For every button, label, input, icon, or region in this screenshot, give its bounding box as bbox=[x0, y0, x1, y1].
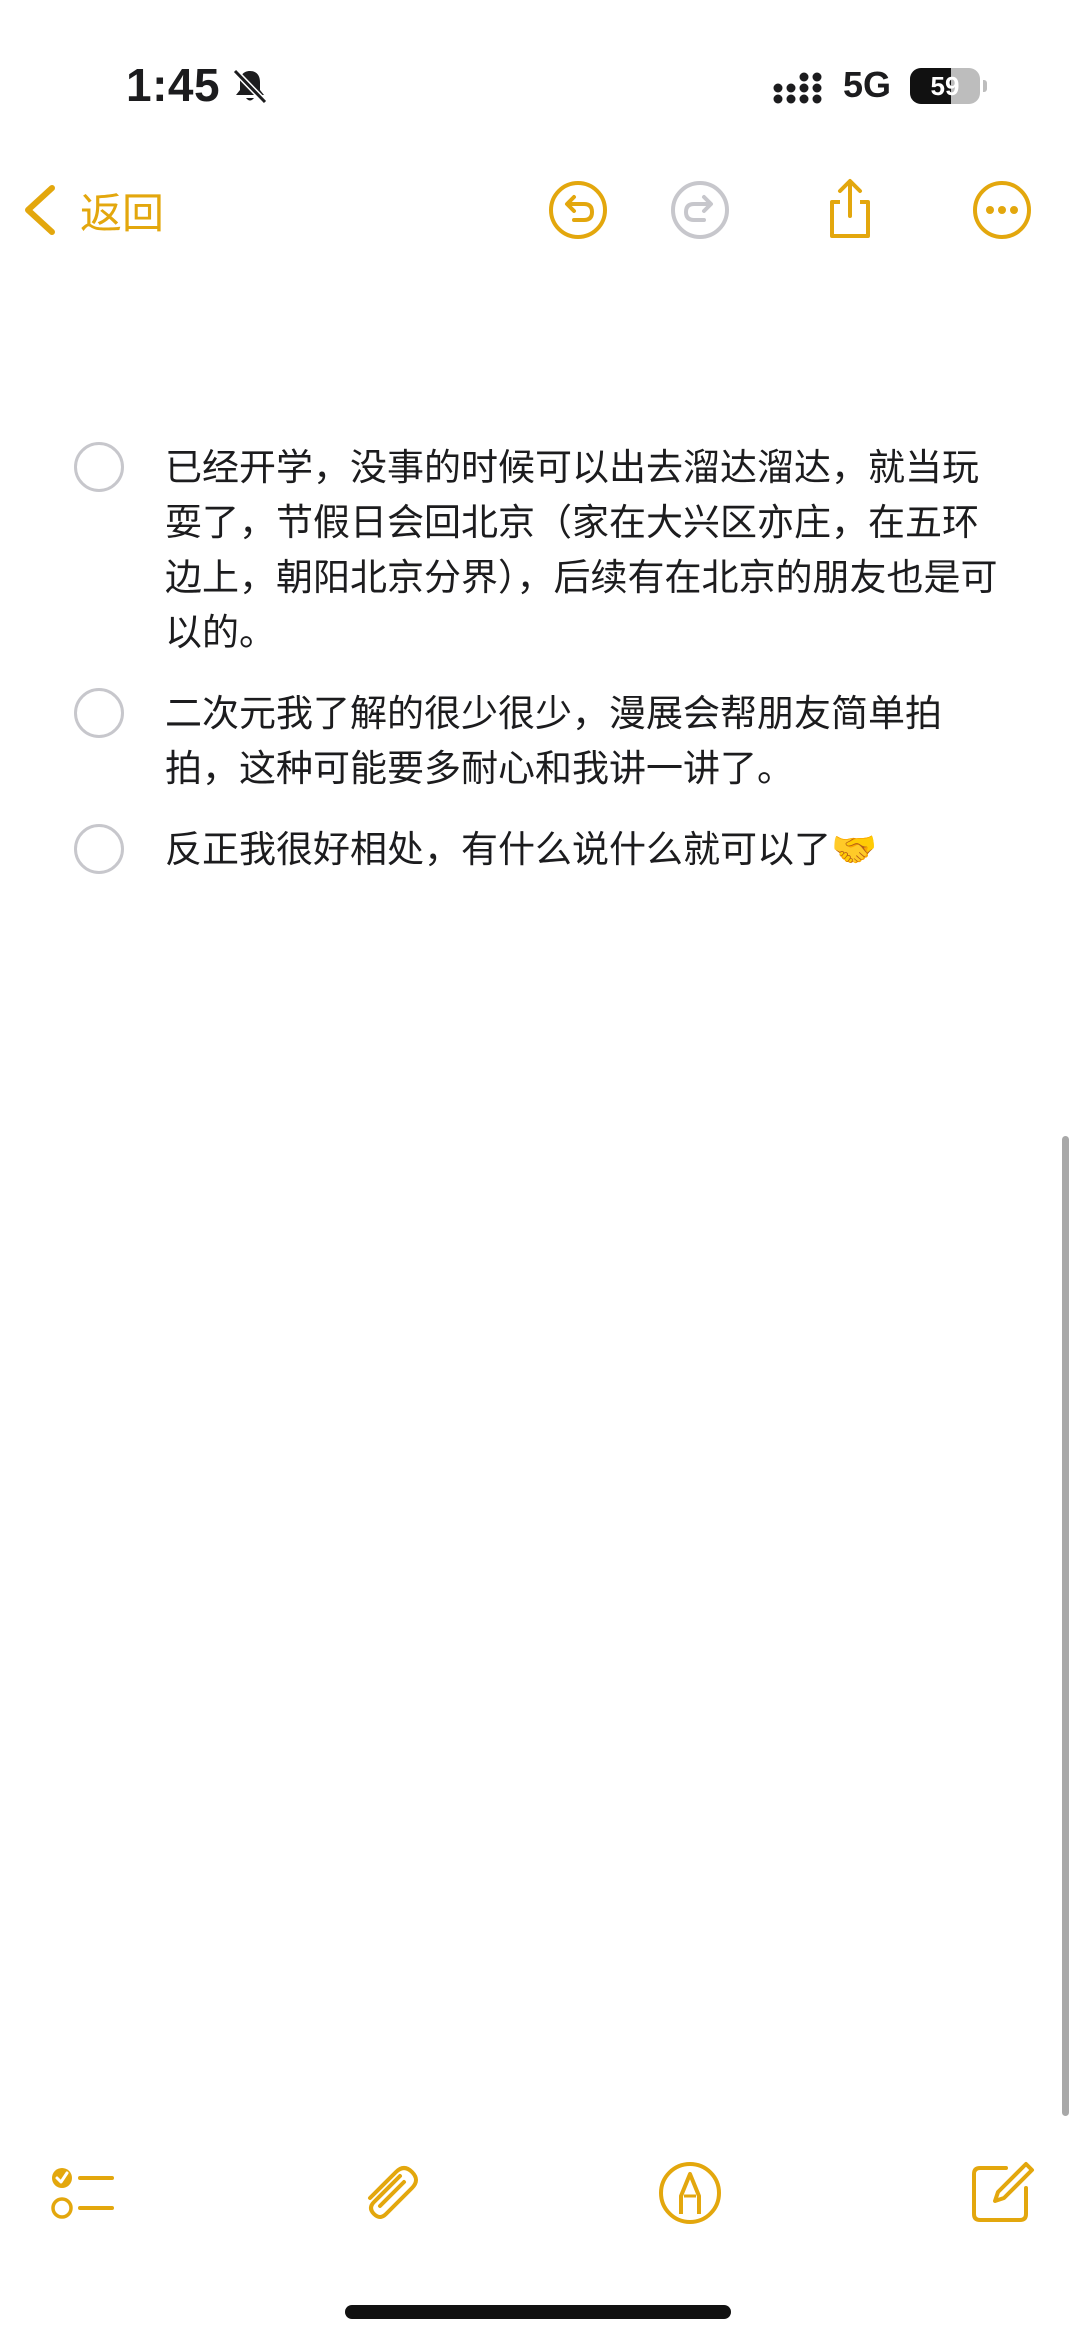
home-indicator[interactable] bbox=[345, 2305, 731, 2319]
more-button[interactable] bbox=[970, 178, 1034, 242]
scrollbar[interactable] bbox=[1062, 1136, 1069, 2116]
undo-icon bbox=[549, 181, 607, 239]
redo-button[interactable] bbox=[668, 178, 732, 242]
checklist-icon bbox=[51, 2168, 114, 2219]
checkbox-circle[interactable] bbox=[74, 688, 124, 738]
checkbox-circle[interactable] bbox=[74, 824, 124, 874]
battery-icon: 59 bbox=[910, 68, 980, 104]
undo-button[interactable] bbox=[546, 178, 610, 242]
chevron-left-icon bbox=[25, 185, 55, 235]
share-button[interactable] bbox=[818, 178, 882, 242]
compose-button[interactable] bbox=[966, 2158, 1036, 2228]
markup-pen-icon bbox=[659, 2162, 721, 2224]
back-label: 返回 bbox=[80, 188, 165, 238]
checklist-item: 二次元我了解的很少很少，漫展会帮朋友简单拍拍，这种可能要多耐心和我讲一讲了。 bbox=[0, 686, 1080, 796]
checklist: 已经开学，没事的时候可以出去溜达溜达，就当玩耍了，节假日会回北京（家在大兴区亦庄… bbox=[0, 440, 1080, 903]
checklist-item-text[interactable]: 已经开学，没事的时候可以出去溜达溜达，就当玩耍了，节假日会回北京（家在大兴区亦庄… bbox=[165, 440, 1010, 660]
network-type-label: 5G bbox=[843, 64, 892, 105]
checklist-item-text[interactable]: 二次元我了解的很少很少，漫展会帮朋友简单拍拍，这种可能要多耐心和我讲一讲了。 bbox=[165, 686, 1010, 796]
battery-tip bbox=[983, 80, 987, 92]
checklist-item: 反正我很好相处，有什么说什么就可以了🤝 bbox=[0, 822, 1080, 877]
markup-button[interactable] bbox=[655, 2158, 725, 2228]
more-icon bbox=[973, 181, 1031, 239]
back-button[interactable]: 返回 bbox=[20, 178, 164, 242]
redo-icon bbox=[671, 181, 729, 239]
checklist-button[interactable] bbox=[48, 2158, 118, 2228]
checklist-item: 已经开学，没事的时候可以出去溜达溜达，就当玩耍了，节假日会回北京（家在大兴区亦庄… bbox=[0, 440, 1080, 660]
attach-button[interactable] bbox=[354, 2158, 424, 2228]
status-time: 1:45 bbox=[126, 59, 221, 111]
battery-level: 59 bbox=[930, 71, 960, 101]
paperclip-icon bbox=[368, 2166, 418, 2219]
compose-icon bbox=[972, 2162, 1034, 2222]
cellular-signal-icon bbox=[773, 72, 822, 104]
bell-slash-icon bbox=[232, 68, 268, 105]
overlay-ghost-text bbox=[75, 0, 85, 21]
checklist-item-text[interactable]: 反正我很好相处，有什么说什么就可以了🤝 bbox=[165, 822, 1010, 877]
checkbox-circle[interactable] bbox=[74, 442, 124, 492]
share-icon bbox=[830, 179, 870, 238]
